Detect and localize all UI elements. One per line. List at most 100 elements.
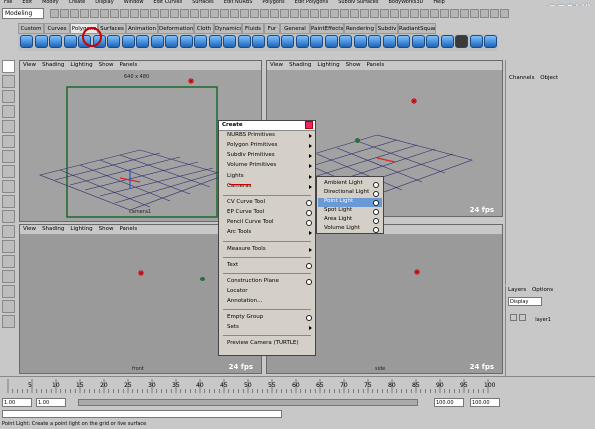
tab-custom[interactable]: Custom — [18, 23, 44, 34]
shelf-tool-icon[interactable] — [208, 35, 222, 48]
status-line-icon[interactable] — [490, 9, 499, 18]
status-line-icon[interactable] — [320, 9, 329, 18]
status-line-icon[interactable] — [450, 9, 459, 18]
shelf-tool-icon[interactable] — [397, 35, 410, 48]
tool-icon[interactable] — [2, 300, 15, 313]
status-line-icon[interactable] — [400, 9, 409, 18]
status-line-icon[interactable] — [330, 9, 339, 18]
menu-display[interactable]: Display — [95, 0, 113, 5]
menu-set-dropdown[interactable]: Modeling — [2, 8, 44, 19]
shelf-tool-icon[interactable] — [382, 35, 396, 48]
status-line-icon[interactable] — [120, 9, 129, 18]
shelf-tool-icon[interactable] — [353, 35, 367, 48]
status-line-icon[interactable] — [270, 9, 279, 18]
viewport-menu-view[interactable]: View — [23, 226, 36, 232]
menu-bodyworks3d[interactable]: BodyWorks3D — [388, 0, 423, 5]
tool-icon[interactable] — [2, 210, 15, 223]
tool-icon[interactable] — [2, 255, 15, 268]
shelf-tool-icon[interactable] — [310, 35, 323, 48]
option-box-icon[interactable] — [306, 220, 312, 226]
status-line-icon[interactable] — [470, 9, 479, 18]
viewport-menu-shading[interactable]: Shading — [42, 226, 64, 232]
shelf-tool-icon[interactable] — [426, 35, 439, 48]
layer-row[interactable]: layer1 — [510, 314, 594, 323]
status-line-icon[interactable] — [100, 9, 109, 18]
range-start-field[interactable]: 1.00 — [2, 398, 32, 407]
time-slider[interactable]: 5 10 15 20 25 30 35 40 45 50 55 60 65 70 75 80 85 90 95 100 — [0, 376, 595, 396]
status-line-icon[interactable] — [370, 9, 379, 18]
option-box-icon[interactable] — [306, 210, 312, 216]
light-item-area-light[interactable]: Area Light — [318, 216, 382, 225]
status-line-icon[interactable] — [480, 9, 489, 18]
menu-file[interactable]: File — [4, 0, 12, 5]
status-line-icon[interactable] — [240, 9, 249, 18]
status-line-icon[interactable] — [180, 9, 189, 18]
menu-create[interactable]: Create — [69, 0, 86, 5]
viewport-menu-show[interactable]: Show — [346, 62, 361, 68]
shelf-tool-icon[interactable] — [295, 35, 309, 48]
status-line-icon[interactable] — [410, 9, 419, 18]
shelf-tool-icon[interactable] — [20, 35, 33, 48]
create-menu-item-polygon-primitives[interactable]: Polygon Primitives — [219, 142, 315, 151]
layer-display-dropdown[interactable]: Display — [508, 297, 542, 306]
viewport-menu-show[interactable]: Show — [99, 62, 114, 68]
status-line-icon[interactable] — [130, 9, 139, 18]
status-line-icon[interactable] — [220, 9, 229, 18]
create-menu-item-text[interactable]: Text — [219, 262, 315, 271]
shelf-tool-icon[interactable] — [252, 35, 265, 48]
create-menu-item-subdiv-primitives[interactable]: Subdiv Primitives — [219, 152, 315, 161]
status-line-icon[interactable] — [70, 9, 79, 18]
shelf-tool-icon[interactable] — [368, 35, 381, 48]
menu-edit-polygons[interactable]: Edit Polygons — [295, 0, 329, 5]
status-line-icon[interactable] — [110, 9, 119, 18]
viewport-menu-panels[interactable]: Panels — [366, 62, 384, 68]
shelf-tool-icon[interactable] — [339, 35, 352, 48]
viewport-menu-panels[interactable]: Panels — [119, 226, 137, 232]
create-menu-item-measure-tools[interactable]: Measure Tools — [219, 246, 315, 255]
menu-surfaces[interactable]: Surfaces — [192, 0, 214, 5]
range-bar[interactable] — [78, 399, 418, 406]
shelf-tool-icon[interactable] — [165, 35, 178, 48]
create-menu-item-preview-camera-turtle[interactable]: Preview Camera (TURTLE) — [219, 340, 315, 349]
tab-rendering[interactable]: Rendering — [344, 23, 376, 34]
shelf-tool-icon[interactable] — [150, 35, 164, 48]
status-line-icon[interactable] — [390, 9, 399, 18]
status-line-icon[interactable] — [420, 9, 429, 18]
menu-window[interactable]: Window — [124, 0, 144, 5]
tool-icon[interactable] — [2, 225, 15, 238]
status-line-icon[interactable] — [260, 9, 269, 18]
close-icon[interactable] — [305, 121, 313, 129]
range-end2-field[interactable]: 100.00 — [470, 398, 500, 407]
shelf-tool-icon[interactable] — [324, 35, 338, 48]
option-box-icon[interactable] — [373, 182, 379, 188]
tool-icon[interactable] — [2, 315, 15, 328]
shelf-tool-icon[interactable] — [281, 35, 294, 48]
option-box-icon[interactable] — [306, 279, 312, 285]
status-line-icon[interactable] — [80, 9, 89, 18]
viewport-menu-view[interactable]: View — [270, 62, 283, 68]
shelf-tool-icon[interactable] — [179, 35, 193, 48]
tool-icon[interactable] — [2, 120, 15, 133]
shelf-tool-icon[interactable] — [136, 35, 149, 48]
viewport-menu-shading[interactable]: Shading — [289, 62, 311, 68]
status-line-icon[interactable] — [210, 9, 219, 18]
tab-options[interactable]: Options — [532, 287, 553, 293]
menu-subdiv-surfaces[interactable]: Subdiv Surfaces — [338, 0, 378, 5]
status-line-icon[interactable] — [350, 9, 359, 18]
shelf-tool-icon[interactable] — [266, 35, 280, 48]
status-line-icon[interactable] — [440, 9, 449, 18]
viewport-menu-lighting[interactable]: Lighting — [70, 226, 92, 232]
shelf-tool-icon[interactable] — [49, 35, 62, 48]
status-line-icon[interactable] — [170, 9, 179, 18]
shelf-tool-icon[interactable] — [469, 35, 483, 48]
option-box-icon[interactable] — [373, 209, 379, 215]
status-line-icon[interactable] — [340, 9, 349, 18]
shelf-tool-icon[interactable] — [34, 35, 48, 48]
tool-icon[interactable] — [2, 270, 15, 283]
range-end-field[interactable]: 100.00 — [434, 398, 464, 407]
status-line-icon[interactable] — [200, 9, 209, 18]
viewport-menu-show[interactable]: Show — [99, 226, 114, 232]
create-menu-item-sets[interactable]: Sets — [219, 324, 315, 333]
menu-modify[interactable]: Modify — [42, 0, 59, 5]
range-current-field[interactable]: 1.00 — [36, 398, 66, 407]
